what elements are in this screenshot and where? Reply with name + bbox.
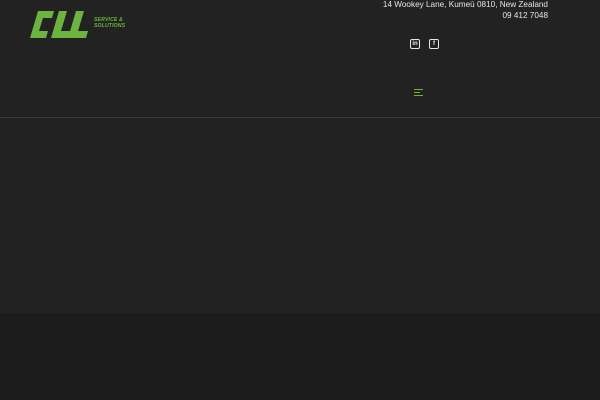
logo-tagline-line2: SOLUTIONS	[94, 23, 126, 29]
social-links: in f	[410, 39, 439, 49]
page: SERVICE & SOLUTIONS 14 Wookey Lane, Kume…	[0, 0, 600, 400]
hamburger-menu-icon[interactable]	[414, 88, 423, 97]
linkedin-icon[interactable]: in	[410, 39, 420, 49]
phone-text[interactable]: 09 412 7048	[383, 11, 548, 22]
logo-tagline: SERVICE & SOLUTIONS	[94, 17, 125, 29]
contact-info: 14 Wookey Lane, Kumeū 0810, New Zealand …	[383, 0, 548, 21]
facebook-glyph: f	[433, 41, 435, 47]
content-section	[0, 313, 600, 400]
facebook-icon[interactable]: f	[429, 39, 439, 49]
address-text[interactable]: 14 Wookey Lane, Kumeū 0810, New Zealand	[383, 0, 548, 11]
site-header: SERVICE & SOLUTIONS 14 Wookey Lane, Kume…	[0, 0, 600, 118]
linkedin-glyph: in	[412, 41, 418, 47]
hero-section	[0, 118, 600, 313]
